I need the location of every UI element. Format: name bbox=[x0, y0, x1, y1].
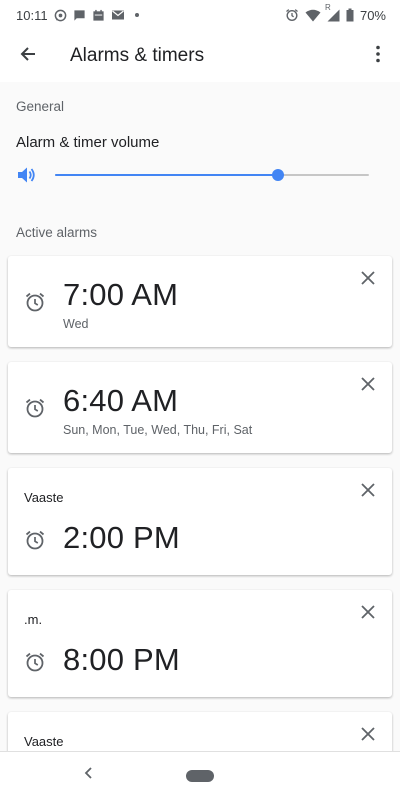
volume-row bbox=[0, 160, 400, 190]
signal-icon: R bbox=[325, 3, 340, 22]
status-right: R 70% bbox=[285, 3, 386, 23]
close-icon bbox=[361, 376, 375, 396]
close-icon bbox=[361, 270, 375, 290]
page-title: Alarms & timers bbox=[70, 45, 205, 66]
more-vert-icon bbox=[376, 45, 380, 68]
alarm-clock-icon bbox=[24, 397, 46, 419]
delete-alarm-button[interactable] bbox=[356, 268, 380, 292]
battery-level: 70% bbox=[359, 7, 386, 23]
volume-slider[interactable] bbox=[55, 169, 369, 181]
volume-slider-thumb[interactable] bbox=[271, 169, 284, 181]
more-options-button[interactable] bbox=[356, 30, 400, 82]
calendar-icon bbox=[92, 9, 105, 22]
nav-back-button[interactable] bbox=[78, 765, 98, 785]
alarm-clock-icon bbox=[24, 651, 46, 673]
delete-alarm-button[interactable] bbox=[356, 602, 380, 626]
volume-label: Alarm & timer volume bbox=[16, 134, 160, 151]
alarm-status-icon bbox=[285, 8, 299, 22]
mail-icon bbox=[111, 9, 125, 21]
volume-slider-fill bbox=[55, 174, 278, 176]
chat-icon bbox=[73, 9, 86, 22]
close-icon bbox=[361, 604, 375, 624]
status-time: 10:11 bbox=[16, 7, 48, 23]
alarm-label: Vaaste bbox=[24, 734, 64, 749]
dot-icon bbox=[134, 13, 139, 17]
status-bar: 10:11 R 70% bbox=[0, 0, 400, 30]
alarm-days: Sun, Mon, Tue, Wed, Thu, Fri, Sat bbox=[63, 423, 253, 437]
screen: 10:11 R 70% Alarms & timers General Alar… bbox=[0, 0, 400, 799]
alarm-list: 7:00 AM Wed 6:40 AM Sun, Mon, Tue, Wed, … bbox=[8, 256, 392, 787]
system-nav-bar bbox=[0, 751, 400, 799]
status-left: 10:11 bbox=[16, 8, 139, 23]
app-bar: Alarms & timers bbox=[0, 30, 400, 82]
volume-icon[interactable] bbox=[16, 164, 38, 186]
alarm-time: 6:40 AM bbox=[63, 383, 179, 418]
active-alarms-header: Active alarms bbox=[16, 225, 98, 240]
close-icon bbox=[361, 726, 375, 746]
delete-alarm-button[interactable] bbox=[356, 374, 380, 398]
alarm-time: 7:00 AM bbox=[63, 277, 179, 312]
alarm-card[interactable]: .m. 8:00 PM bbox=[8, 590, 392, 697]
alarm-card[interactable]: 6:40 AM Sun, Mon, Tue, Wed, Thu, Fri, Sa… bbox=[8, 362, 392, 453]
chevron-left-icon bbox=[83, 766, 93, 785]
alarm-clock-icon bbox=[24, 291, 46, 313]
wifi-icon bbox=[305, 9, 321, 22]
signal-marker: R bbox=[324, 2, 331, 12]
delete-alarm-button[interactable] bbox=[356, 480, 380, 504]
alarm-card[interactable]: Vaaste 2:00 PM bbox=[8, 468, 392, 575]
whatsapp-icon bbox=[54, 9, 67, 22]
alarm-card[interactable]: 7:00 AM Wed bbox=[8, 256, 392, 347]
nav-home-pill[interactable] bbox=[186, 770, 214, 782]
delete-alarm-button[interactable] bbox=[356, 724, 380, 748]
battery-icon bbox=[346, 8, 354, 22]
general-header: General bbox=[16, 99, 65, 114]
back-button[interactable] bbox=[0, 30, 56, 82]
alarm-label: .m. bbox=[24, 612, 43, 627]
close-icon bbox=[361, 482, 375, 502]
alarm-days: Wed bbox=[63, 317, 89, 331]
alarm-time: 2:00 PM bbox=[63, 520, 180, 555]
alarm-time: 8:00 PM bbox=[63, 642, 180, 677]
alarm-label: Vaaste bbox=[24, 490, 64, 505]
arrow-back-icon bbox=[19, 45, 37, 68]
alarm-clock-icon bbox=[24, 529, 46, 551]
